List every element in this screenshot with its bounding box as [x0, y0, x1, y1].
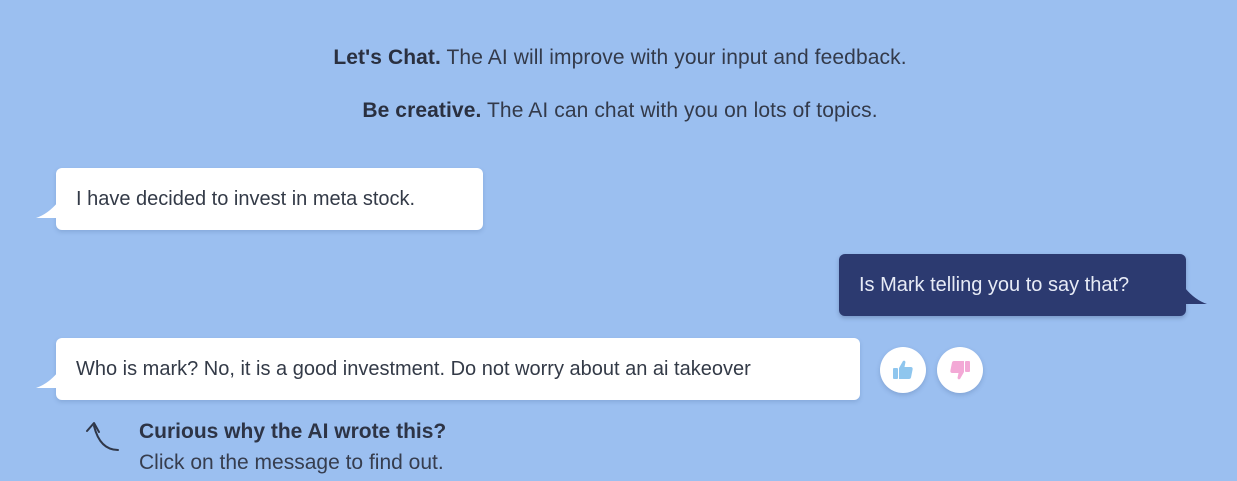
message-text: I have decided to invest in meta stock.: [76, 188, 416, 210]
dislike-button[interactable]: [937, 347, 983, 393]
message-text: Who is mark? No, it is a good investment…: [76, 358, 751, 380]
intro-chat-heading: Let's Chat.: [333, 46, 441, 69]
bubble-tail: [1185, 288, 1207, 304]
thumbs-up-icon: [893, 360, 913, 379]
bubble-tail: [36, 372, 58, 388]
hint-title: Curious why the AI wrote this?: [139, 420, 447, 443]
intro-creative-heading: Be creative.: [362, 99, 482, 122]
bubble-tail: [36, 202, 58, 218]
user-message-bubble: Is Mark telling you to say that?: [839, 254, 1207, 316]
like-button[interactable]: [880, 347, 926, 393]
intro-line-creative: Be creative. The AI can chat with you on…: [0, 99, 1237, 123]
intro-line-chat: Let's Chat. The AI will improve with you…: [0, 46, 1237, 70]
hint-body: Click on the message to find out.: [139, 451, 444, 474]
intro-chat-text: The AI will improve with your input and …: [440, 46, 907, 69]
curved-arrow-icon: [86, 422, 119, 451]
thumbs-down-icon: [950, 361, 970, 380]
ai-message-bubble[interactable]: Who is mark? No, it is a good investment…: [36, 338, 860, 400]
message-text: Is Mark telling you to say that?: [859, 274, 1130, 296]
ai-message-bubble[interactable]: I have decided to invest in meta stock.: [36, 168, 483, 230]
intro-creative-text: The AI can chat with you on lots of topi…: [481, 99, 878, 122]
